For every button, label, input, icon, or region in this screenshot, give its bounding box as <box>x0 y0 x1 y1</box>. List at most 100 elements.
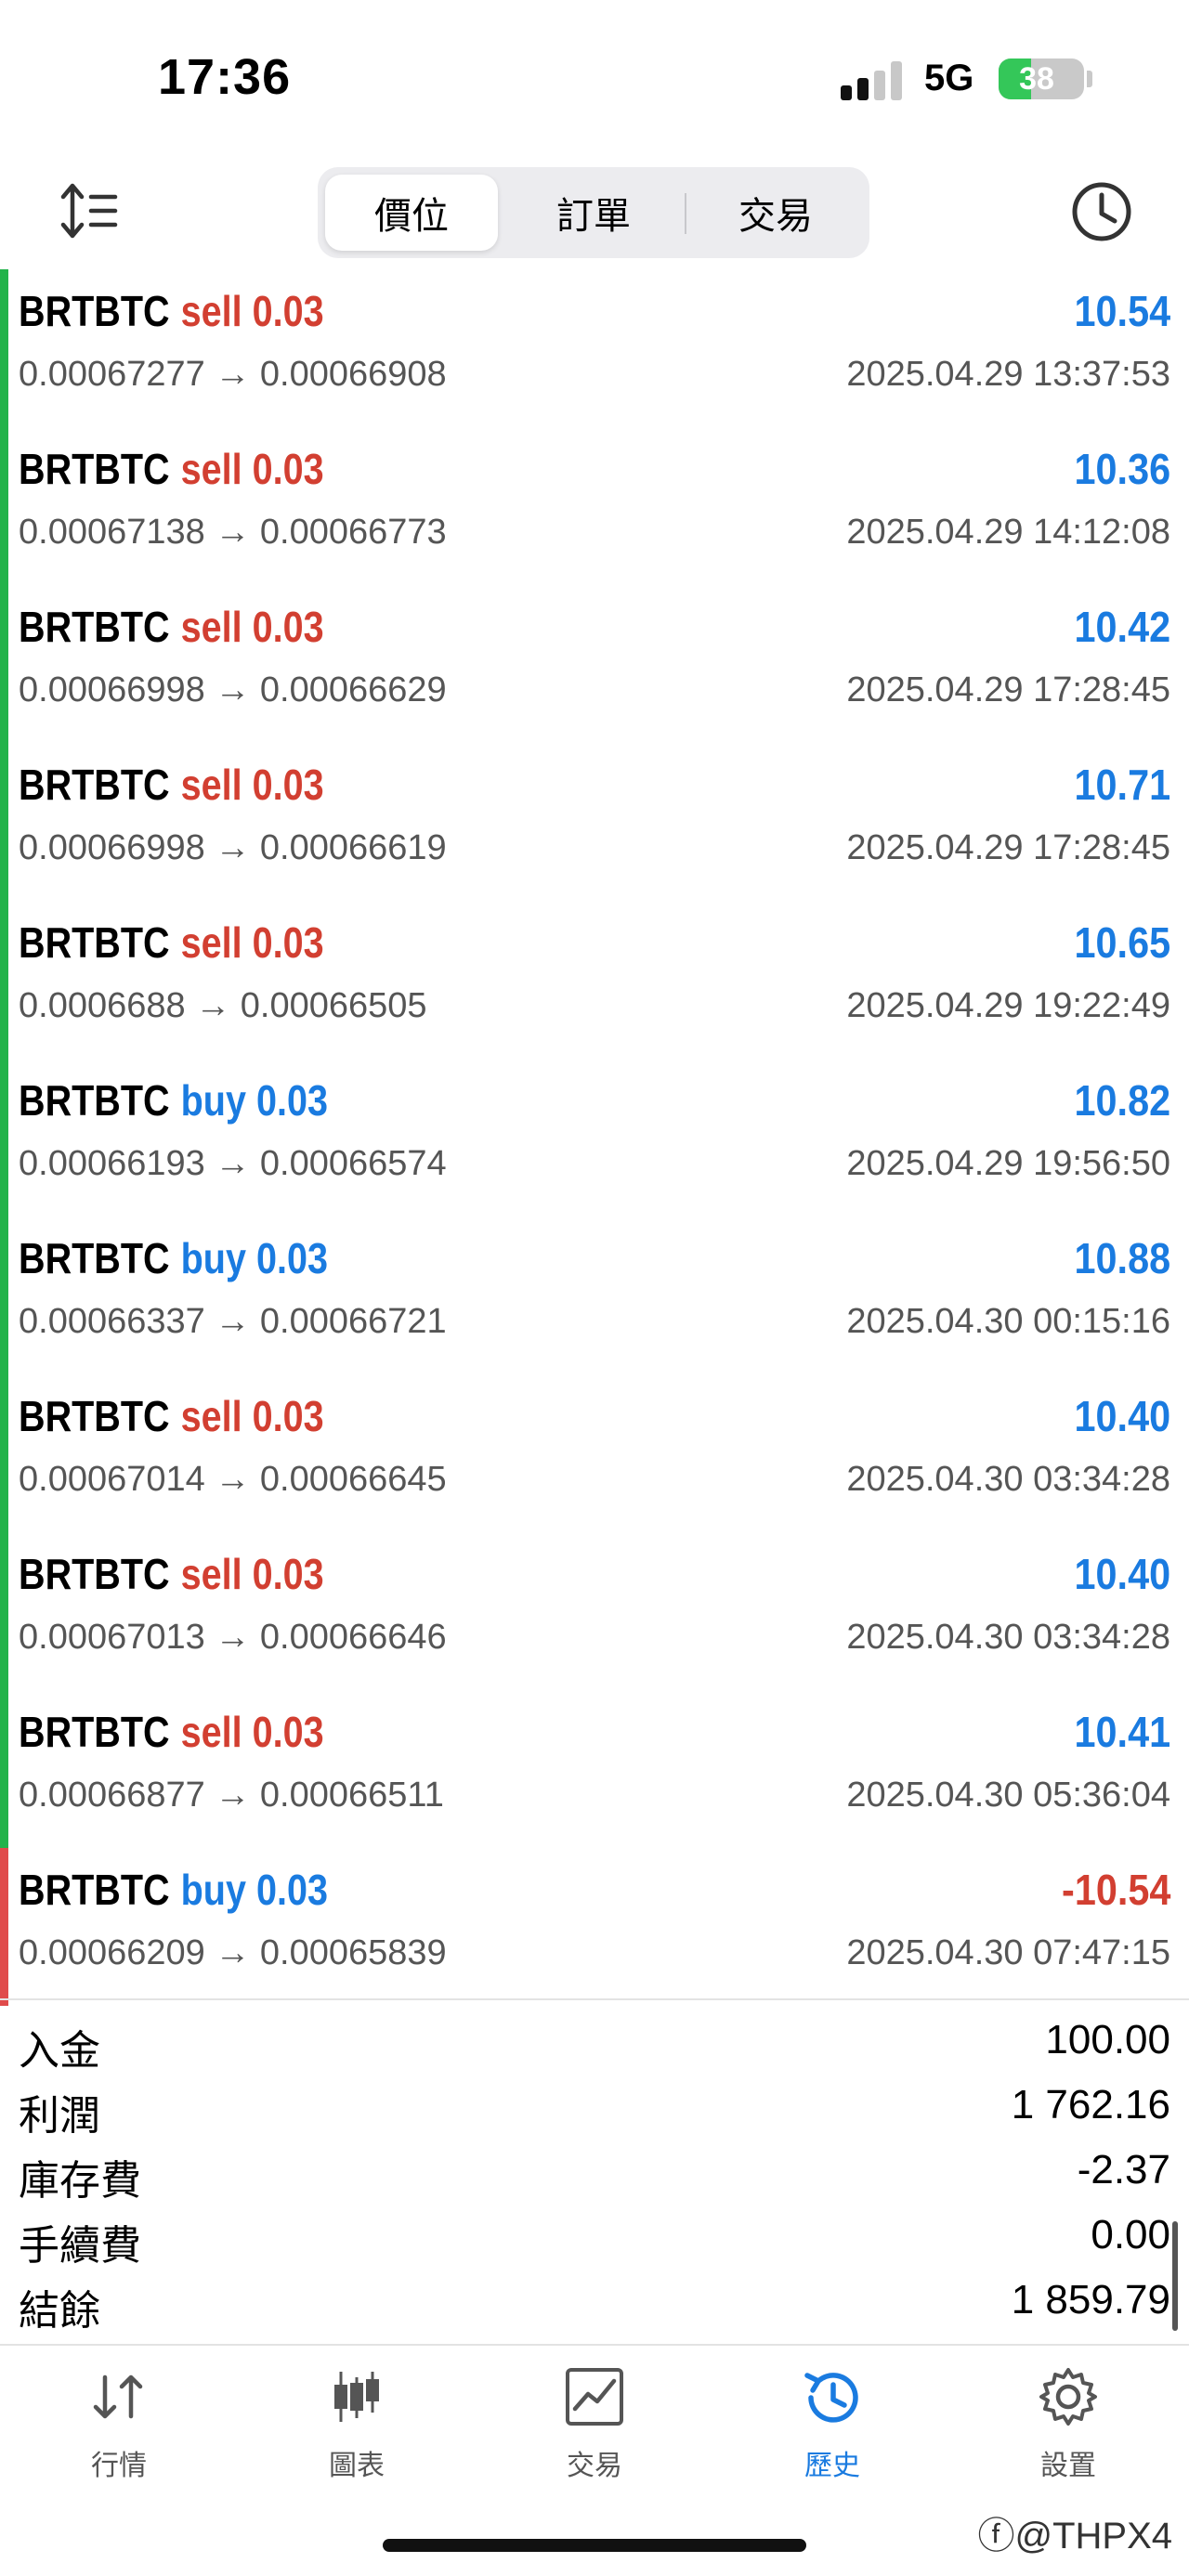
deal-close-price: 0.00066619 <box>259 828 447 867</box>
deal-open-price: 0.00066998 <box>19 828 205 867</box>
deal-header: BRTBTC sell 0.03 <box>19 1549 324 1599</box>
deal-profit: 10.54 <box>1074 287 1170 335</box>
account-summary: 入金 100.00 利潤 1 762.16 庫存費 -2.37 手續費 0.00… <box>0 1998 1189 2342</box>
deal-row[interactable]: BRTBTC sell 0.03 10.42 0.00066998 → 0.000… <box>0 585 1189 743</box>
deal-volume: 0.03 <box>252 1550 324 1598</box>
deal-profit: 10.71 <box>1074 761 1170 809</box>
deal-close-price: 0.00066645 <box>259 1460 447 1499</box>
deal-profit: -10.54 <box>1061 1866 1170 1914</box>
deal-row[interactable]: BRTBTC buy 0.03 -10.54 0.00066209 → 0.000… <box>0 1848 1189 2006</box>
deal-prices: 0.00067014 → 0.00066645 <box>19 1460 447 1499</box>
deal-type: sell <box>180 1708 242 1756</box>
deal-prices: 0.00067013 → 0.00066646 <box>19 1618 447 1657</box>
battery-percent: 38 <box>1019 61 1054 97</box>
deal-open-price: 0.00067277 <box>19 355 205 394</box>
summary-label: 手續費 <box>19 2223 141 2269</box>
deal-open-price: 0.00067014 <box>19 1460 205 1499</box>
deal-result-marker <box>0 1532 8 1690</box>
tab-chart[interactable]: 圖表 <box>273 2364 440 2494</box>
deal-row[interactable]: BRTBTC sell 0.03 10.65 0.0006688 → 0.0006… <box>0 901 1189 1059</box>
deal-row[interactable]: BRTBTC sell 0.03 10.71 0.00066998 → 0.000… <box>0 743 1189 901</box>
deal-volume: 0.03 <box>252 287 324 335</box>
deal-symbol: BRTBTC <box>19 445 170 493</box>
deal-volume: 0.03 <box>252 761 324 809</box>
summary-value: 1 762.16 <box>1011 2082 1170 2127</box>
history-toolbar: 價位 訂單 交易 <box>0 158 1189 269</box>
deal-type: sell <box>180 603 242 651</box>
deal-time: 2025.04.30 00:15:16 <box>846 1302 1170 1341</box>
tab-positions[interactable]: 價位 <box>325 175 498 251</box>
tab-settings[interactable]: 設置 <box>985 2364 1152 2494</box>
segment-divider <box>685 193 686 234</box>
clock-icon[interactable] <box>1068 178 1135 245</box>
deal-symbol: BRTBTC <box>19 1550 170 1598</box>
deal-symbol: BRTBTC <box>19 1234 170 1282</box>
summary-row-deposit: 入金 100.00 <box>0 2008 1189 2074</box>
deal-profit: 10.36 <box>1074 445 1170 493</box>
tab-quotes[interactable]: 行情 <box>35 2364 203 2494</box>
deal-header: BRTBTC sell 0.03 <box>19 917 324 968</box>
summary-label: 入金 <box>19 2028 100 2074</box>
summary-label: 庫存費 <box>19 2158 141 2204</box>
deal-result-marker <box>0 901 8 1059</box>
deal-time: 2025.04.30 07:47:15 <box>846 1933 1170 1972</box>
deal-volume: 0.03 <box>252 445 324 493</box>
deal-type: sell <box>180 761 242 809</box>
network-type: 5G <box>924 58 974 98</box>
summary-value: 0.00 <box>1091 2212 1170 2257</box>
tab-history[interactable]: 歷史 <box>749 2364 916 2494</box>
deal-time: 2025.04.30 03:34:28 <box>846 1618 1170 1657</box>
deal-type: sell <box>180 1392 242 1440</box>
summary-label: 利潤 <box>19 2093 100 2139</box>
deal-prices: 0.00067138 → 0.00066773 <box>19 513 447 552</box>
deal-open-price: 0.00067013 <box>19 1618 205 1657</box>
summary-row-swap: 庫存費 -2.37 <box>0 2138 1189 2204</box>
quotes-icon <box>93 2374 143 2419</box>
tab-deals[interactable]: 交易 <box>689 175 862 251</box>
deal-row[interactable]: BRTBTC sell 0.03 10.40 0.00067014 → 0.000… <box>0 1374 1189 1532</box>
tab-trade[interactable]: 交易 <box>511 2364 678 2494</box>
tab-label: 行情 <box>91 2451 147 2481</box>
trade-icon <box>566 2368 623 2426</box>
tab-label: 圖表 <box>329 2451 385 2481</box>
deal-time: 2025.04.29 17:28:45 <box>846 828 1170 867</box>
deal-row[interactable]: BRTBTC buy 0.03 10.82 0.00066193 → 0.0006… <box>0 1059 1189 1216</box>
deal-close-price: 0.00066505 <box>240 986 427 1025</box>
deal-row[interactable]: BRTBTC sell 0.03 10.41 0.00066877 → 0.000… <box>0 1690 1189 1848</box>
chart-icon <box>334 2372 379 2422</box>
deal-result-marker <box>0 1216 8 1374</box>
deal-prices: 0.0006688 → 0.00066505 <box>19 986 427 1025</box>
deal-close-price: 0.00066908 <box>259 355 447 394</box>
deal-prices: 0.00067277 → 0.00066908 <box>19 355 447 394</box>
deal-open-price: 0.00066337 <box>19 1302 205 1341</box>
tab-label: 設置 <box>1040 2451 1096 2481</box>
deal-volume: 0.03 <box>255 1866 328 1914</box>
tab-orders[interactable]: 訂單 <box>507 175 680 251</box>
deal-profit: 10.40 <box>1074 1392 1170 1440</box>
deal-header: BRTBTC sell 0.03 <box>19 760 324 810</box>
deal-open-price: 0.00066193 <box>19 1144 205 1183</box>
sort-icon[interactable] <box>56 178 121 243</box>
scrollbar[interactable] <box>1172 2221 1178 2331</box>
deal-symbol: BRTBTC <box>19 1708 170 1756</box>
battery-icon: 38 <box>999 59 1084 99</box>
deal-row[interactable]: BRTBTC sell 0.03 10.40 0.00067013 → 0.000… <box>0 1532 1189 1690</box>
home-indicator[interactable] <box>383 2539 806 2552</box>
deal-time: 2025.04.29 19:22:49 <box>846 986 1170 1025</box>
deal-close-price: 0.00066646 <box>259 1618 447 1657</box>
deal-close-price: 0.00066773 <box>259 513 447 552</box>
deal-profit: 10.40 <box>1074 1550 1170 1598</box>
deal-row[interactable]: BRTBTC buy 0.03 10.88 0.00066337 → 0.0006… <box>0 1216 1189 1374</box>
deal-row[interactable]: BRTBTC sell 0.03 10.36 0.00067138 → 0.000… <box>0 427 1189 585</box>
history-icon <box>804 2373 858 2423</box>
deal-profit: 10.41 <box>1074 1708 1170 1756</box>
summary-row-profit: 利潤 1 762.16 <box>0 2073 1189 2139</box>
deal-symbol: BRTBTC <box>19 761 170 809</box>
summary-label: 結餘 <box>19 2288 100 2334</box>
deal-prices: 0.00066877 → 0.00066511 <box>19 1776 444 1815</box>
deal-row[interactable]: BRTBTC sell 0.03 10.54 0.00067277 → 0.000… <box>0 269 1189 427</box>
deal-list: BRTBTC sell 0.03 10.54 0.00067277 → 0.000… <box>0 269 1189 2006</box>
deal-profit: 10.42 <box>1074 603 1170 651</box>
deal-symbol: BRTBTC <box>19 287 170 335</box>
deal-close-price: 0.00065839 <box>259 1933 447 1972</box>
